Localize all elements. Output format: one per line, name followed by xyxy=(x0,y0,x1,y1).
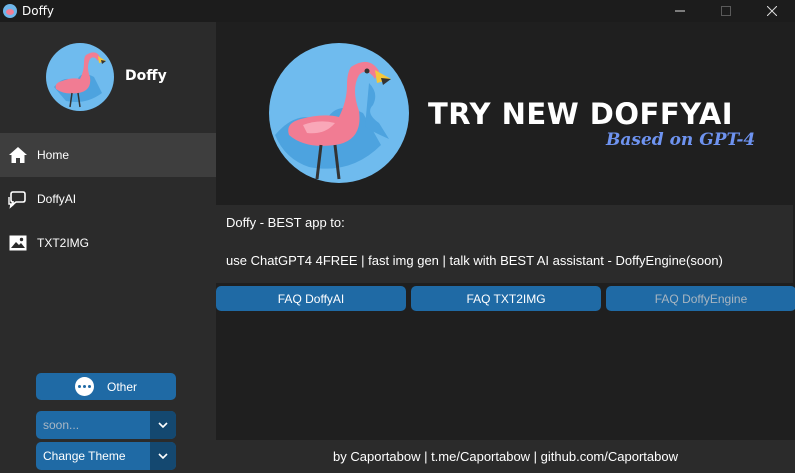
sidebar-item-doffyai[interactable]: DoffyAI xyxy=(0,177,216,221)
sidebar-item-label: Home xyxy=(37,148,70,162)
faq-doffyengine-button[interactable]: FAQ DoffyEngine xyxy=(606,286,795,311)
maximize-icon[interactable] xyxy=(703,0,749,22)
chat-bubbles-icon xyxy=(7,188,29,210)
flamingo-logo xyxy=(46,43,114,111)
home-icon xyxy=(7,144,29,166)
more-dots-icon xyxy=(74,377,94,396)
theme-combobox[interactable]: Change Theme xyxy=(36,442,176,470)
sidebar-item-label: TXT2IMG xyxy=(37,236,90,250)
sidebar-item-label: DoffyAI xyxy=(37,192,77,206)
soon-combobox-value: soon... xyxy=(43,418,80,432)
window-title: Doffy xyxy=(22,4,54,18)
minimize-icon[interactable] xyxy=(657,0,703,22)
soon-combobox[interactable]: soon... xyxy=(36,411,176,439)
sidebar-item-txt2img[interactable]: TXT2IMG xyxy=(0,221,216,265)
faq-txt2img-button[interactable]: FAQ TXT2IMG xyxy=(411,286,601,311)
window-controls xyxy=(657,0,795,22)
banner-title: TRY NEW DOFFYAI xyxy=(428,97,734,131)
faq-doffyai-button[interactable]: FAQ DoffyAI xyxy=(216,286,406,311)
sidebar-item-home[interactable]: Home xyxy=(0,133,216,177)
app-window: Doffy Doffy Home DoffyAI TXT2IMG Other s… xyxy=(0,0,795,473)
title-bar: Doffy xyxy=(0,0,795,22)
footer-credits: by Caportabow | t.me/Caportabow | github… xyxy=(216,440,795,473)
banner-subtitle: Based on GPT-4 xyxy=(606,130,756,150)
theme-combobox-value: Change Theme xyxy=(43,449,126,463)
sidebar: Doffy Home DoffyAI TXT2IMG Other soon... xyxy=(0,22,216,473)
flamingo-banner-image xyxy=(269,43,409,183)
chevron-down-icon[interactable] xyxy=(150,442,176,470)
info-features: use ChatGPT4 4FREE | fast img gen | talk… xyxy=(226,253,723,268)
promo-banner: TRY NEW DOFFYAI Based on GPT-4 xyxy=(216,22,795,202)
app-icon xyxy=(3,4,17,18)
image-icon xyxy=(7,232,29,254)
other-button-label: Other xyxy=(106,379,137,394)
close-icon[interactable] xyxy=(749,0,795,22)
other-button[interactable]: Other xyxy=(36,373,176,400)
chevron-down-icon[interactable] xyxy=(150,411,176,439)
brand-name: Doffy xyxy=(125,68,167,84)
info-box: Doffy - BEST app to: use ChatGPT4 4FREE … xyxy=(216,205,793,283)
info-heading: Doffy - BEST app to: xyxy=(226,215,345,230)
